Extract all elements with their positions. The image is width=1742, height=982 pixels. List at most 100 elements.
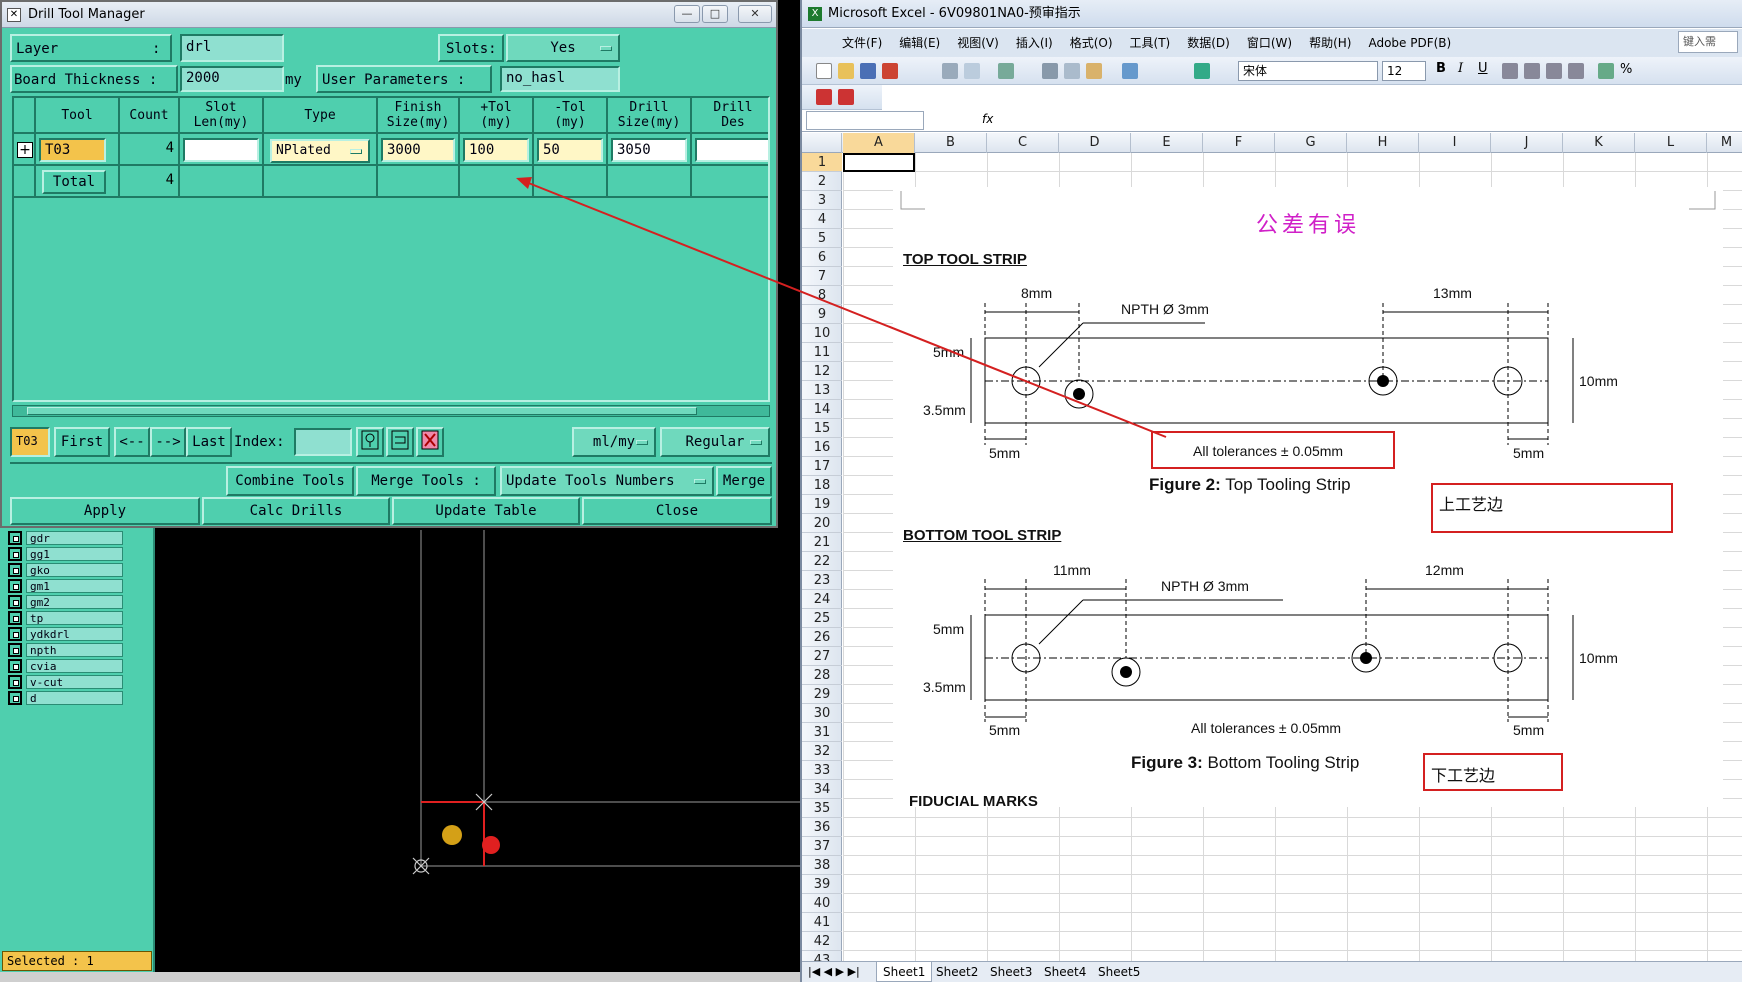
layer-item[interactable]: d	[8, 690, 123, 706]
layer-checkbox[interactable]	[8, 595, 22, 609]
layer-checkbox[interactable]	[8, 675, 22, 689]
row-header[interactable]: 11	[802, 343, 842, 362]
menu-help[interactable]: 帮助(H)	[1309, 29, 1351, 57]
layer-checkbox[interactable]	[8, 547, 22, 561]
row-header[interactable]: 7	[802, 267, 842, 286]
menu-tools[interactable]: 工具(T)	[1130, 29, 1171, 57]
tab-sheet1[interactable]: Sheet1	[876, 962, 933, 982]
row-header[interactable]: 22	[802, 552, 842, 571]
column-header[interactable]: A	[843, 133, 915, 153]
bold-icon[interactable]: B	[1436, 61, 1446, 76]
open-icon[interactable]	[838, 63, 854, 79]
cut-icon[interactable]	[1042, 63, 1058, 79]
layer-checkbox[interactable]	[8, 627, 22, 641]
last-button[interactable]: Last	[186, 427, 232, 457]
cell-finish[interactable]: 3000	[378, 134, 460, 166]
column-header[interactable]: E	[1131, 133, 1203, 153]
cell-drill-size[interactable]: 3050	[608, 134, 692, 166]
prev-button[interactable]: <--	[114, 427, 150, 457]
align-left-icon[interactable]	[1502, 63, 1518, 79]
layer-item[interactable]: ydkdrl	[8, 626, 123, 642]
currency-icon[interactable]	[1598, 63, 1614, 79]
print-icon[interactable]	[942, 63, 958, 79]
column-header[interactable]: L	[1635, 133, 1707, 153]
cell-plus-tol[interactable]: 100	[460, 134, 534, 166]
menu-edit[interactable]: 编辑(E)	[899, 29, 940, 57]
merge-center-icon[interactable]	[1568, 63, 1584, 79]
tab-sheet5[interactable]: Sheet5	[1092, 962, 1146, 982]
row-header[interactable]: 33	[802, 761, 842, 780]
row-header[interactable]: 39	[802, 875, 842, 894]
row-header[interactable]: 37	[802, 837, 842, 856]
minimize-button[interactable]: —	[674, 5, 700, 23]
tab-scroll-icon[interactable]: |◀ ◀ ▶ ▶|	[808, 962, 860, 982]
preview-icon[interactable]	[964, 63, 980, 79]
layer-item[interactable]: gm2	[8, 594, 123, 610]
layer-checkbox[interactable]	[8, 531, 22, 545]
layer-item[interactable]: gko	[8, 562, 123, 578]
layer-item[interactable]: gm1	[8, 578, 123, 594]
close-window-button[interactable]: ✕	[738, 5, 772, 23]
layer-checkbox[interactable]	[8, 611, 22, 625]
menu-format[interactable]: 格式(O)	[1070, 29, 1113, 57]
layer-item[interactable]: npth	[8, 642, 123, 658]
row-header[interactable]: 19	[802, 495, 842, 514]
column-header[interactable]: K	[1563, 133, 1635, 153]
tab-sheet4[interactable]: Sheet4	[1038, 962, 1092, 982]
layer-item[interactable]: gg1	[8, 546, 123, 562]
menu-insert[interactable]: 插入(I)	[1016, 29, 1053, 57]
layer-checkbox[interactable]	[8, 563, 22, 577]
row-header[interactable]: 20	[802, 514, 842, 533]
menu-adobe-pdf[interactable]: Adobe PDF(B)	[1368, 29, 1451, 57]
row-header[interactable]: 17	[802, 457, 842, 476]
row-header[interactable]: 41	[802, 913, 842, 932]
underline-icon[interactable]: U	[1478, 61, 1488, 76]
edit-icon[interactable]	[386, 427, 414, 457]
worksheet-grid[interactable]: 公差有误 TOP TOOL STRIP 8mm 13mm NPTH Ø 3mm …	[843, 153, 1742, 961]
cell-minus-tol[interactable]: 50	[534, 134, 608, 166]
tab-sheet3[interactable]: Sheet3	[984, 962, 1038, 982]
merge-button[interactable]: Merge	[716, 466, 772, 496]
layer-checkbox[interactable]	[8, 579, 22, 593]
row-header[interactable]: 31	[802, 723, 842, 742]
maximize-button[interactable]: □	[702, 5, 728, 23]
units-option[interactable]: ml/my	[572, 427, 656, 457]
spell-icon[interactable]	[998, 63, 1014, 79]
row-header[interactable]: 30	[802, 704, 842, 723]
row-header[interactable]: 2	[802, 172, 842, 191]
column-header[interactable]: J	[1491, 133, 1563, 153]
row-header[interactable]: 32	[802, 742, 842, 761]
row-header[interactable]: 3	[802, 191, 842, 210]
row-header[interactable]: 40	[802, 894, 842, 913]
italic-icon[interactable]: I	[1458, 61, 1463, 76]
column-header[interactable]: I	[1419, 133, 1491, 153]
convert-email-pdf-icon[interactable]	[838, 89, 854, 105]
row-header[interactable]: 14	[802, 400, 842, 419]
undo-icon[interactable]	[1122, 63, 1138, 79]
update-table-button[interactable]: Update Table	[392, 497, 580, 525]
mode-option[interactable]: Regular	[660, 427, 770, 457]
font-name-select[interactable]: 宋体	[1238, 61, 1378, 81]
column-header[interactable]: C	[987, 133, 1059, 153]
cell-tool[interactable]: T03	[36, 134, 120, 166]
combine-tools-button[interactable]: Combine Tools	[226, 466, 354, 496]
convert-pdf-icon[interactable]	[816, 89, 832, 105]
row-header[interactable]: 36	[802, 818, 842, 837]
search-icon[interactable]	[356, 427, 384, 457]
row-header[interactable]: 5	[802, 229, 842, 248]
row-header[interactable]: 1	[802, 153, 842, 172]
select-all-corner[interactable]	[802, 133, 842, 153]
active-cell[interactable]	[843, 153, 915, 172]
layer-checkbox[interactable]	[8, 691, 22, 705]
row-header[interactable]: 27	[802, 647, 842, 666]
layer-item[interactable]: cvia	[8, 658, 123, 674]
row-header[interactable]: 6	[802, 248, 842, 267]
first-button[interactable]: First	[54, 427, 110, 457]
board-thickness-field[interactable]: 2000	[180, 66, 284, 92]
row-expand[interactable]: +	[14, 134, 36, 166]
row-header[interactable]: 4	[802, 210, 842, 229]
row-header[interactable]: 10	[802, 324, 842, 343]
fx-icon[interactable]: fx	[982, 112, 993, 126]
tab-sheet2[interactable]: Sheet2	[930, 962, 984, 982]
column-header[interactable]: B	[915, 133, 987, 153]
